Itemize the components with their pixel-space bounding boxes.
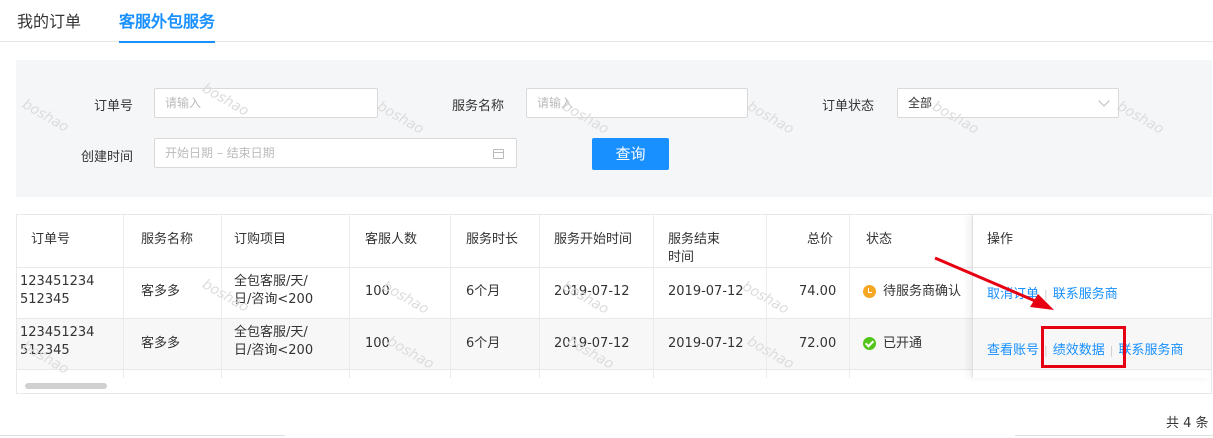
annotation-highlight-box — [1041, 326, 1126, 368]
annotation-arrow-icon — [934, 256, 1054, 310]
